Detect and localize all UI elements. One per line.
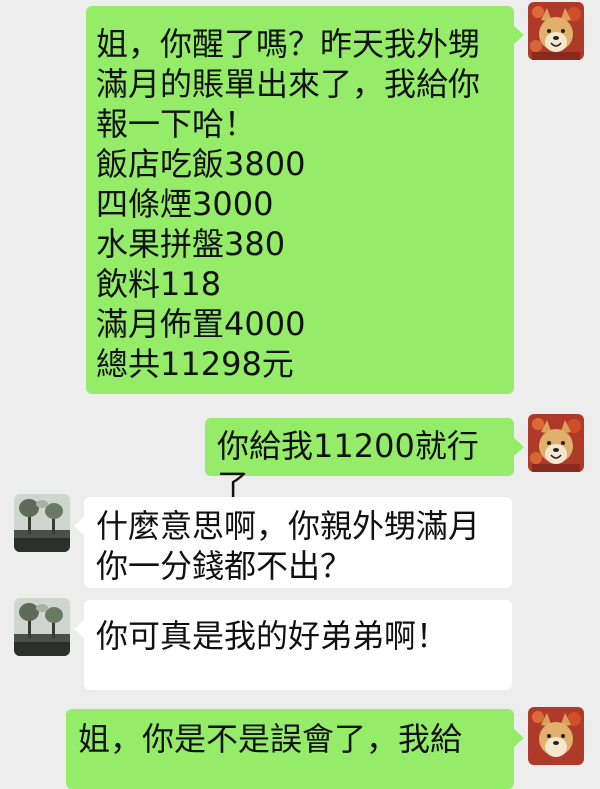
self-avatar-dog-icon[interactable] <box>528 2 584 60</box>
self-avatar-dog-icon[interactable] <box>528 707 584 765</box>
chat-conversation: 姐，你醒了嗎？昨天我外甥 滿月的賬單出來了，我給你 報一下哈！ 飯店吃飯3800… <box>0 0 600 789</box>
sent-message-bubble[interactable]: 姐，你是不是誤會了，我給 <box>66 709 524 789</box>
sister-avatar-tree-icon[interactable] <box>14 494 70 552</box>
self-avatar-dog-icon[interactable] <box>528 414 584 472</box>
sent-message-bubble[interactable]: 姐，你醒了嗎？昨天我外甥 滿月的賬單出來了，我給你 報一下哈！ 飯店吃飯3800… <box>86 6 524 394</box>
sister-avatar-tree-icon[interactable] <box>14 598 70 656</box>
sent-message-bubble[interactable]: 你給我11200就行了 <box>205 418 524 505</box>
received-message-bubble[interactable]: 你可真是我的好弟弟啊！ <box>74 600 512 690</box>
received-message-bubble[interactable]: 什麼意思啊，你親外甥滿月 你一分錢都不出？ <box>74 497 512 588</box>
